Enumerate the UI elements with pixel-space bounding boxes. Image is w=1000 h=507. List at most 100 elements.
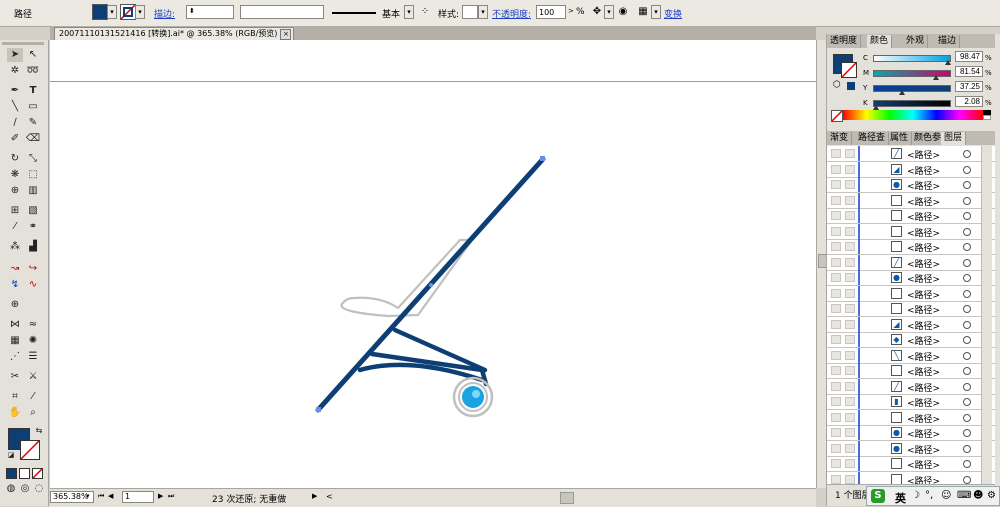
target-icon[interactable] bbox=[963, 196, 971, 205]
visibility-eye-icon[interactable] bbox=[831, 412, 841, 422]
layer-row[interactable]: ╲ <路径> bbox=[827, 347, 995, 364]
tab-layers[interactable]: 图层 bbox=[941, 132, 967, 145]
lock-toggle[interactable] bbox=[845, 428, 855, 437]
pencil-tool-icon[interactable]: ✎ bbox=[25, 116, 41, 130]
hand-tool-icon[interactable]: ✋ bbox=[7, 406, 23, 420]
target-icon[interactable] bbox=[963, 382, 971, 391]
visibility-eye-icon[interactable] bbox=[831, 428, 841, 437]
visibility-eye-icon[interactable] bbox=[831, 211, 841, 220]
tab-color-guide[interactable]: 颜色参 bbox=[911, 132, 946, 145]
tools-icon[interactable]: ⚙ bbox=[987, 490, 996, 501]
visibility-eye-icon[interactable] bbox=[831, 273, 841, 282]
knife-tool-icon[interactable]: ✂ bbox=[7, 370, 23, 384]
align-icon[interactable]: ▦ bbox=[636, 5, 650, 19]
lock-toggle[interactable] bbox=[845, 273, 855, 282]
tab-attributes[interactable]: 属性 bbox=[887, 132, 913, 145]
stroke-label[interactable]: 描边: bbox=[154, 7, 175, 20]
target-icon[interactable] bbox=[963, 398, 971, 406]
lock-toggle[interactable] bbox=[845, 319, 855, 329]
transform-label[interactable]: 变换 bbox=[664, 7, 682, 20]
close-icon[interactable]: × bbox=[280, 29, 292, 40]
layer-row[interactable]: <路径> bbox=[827, 192, 995, 209]
visibility-eye-icon[interactable] bbox=[831, 459, 841, 468]
lock-toggle[interactable] bbox=[845, 381, 855, 391]
layer-name[interactable]: <路径> bbox=[907, 427, 940, 440]
lock-toggle[interactable] bbox=[845, 335, 855, 344]
tab-gradient[interactable]: 渐变 bbox=[827, 132, 853, 145]
direct-selection-tool-icon[interactable]: ↖ bbox=[25, 48, 41, 62]
layer-row[interactable]: <路径> bbox=[827, 223, 995, 240]
scale-tool-icon[interactable]: ⤡ bbox=[25, 152, 41, 166]
channel-c-input[interactable] bbox=[955, 51, 983, 62]
rectangle-tool-icon[interactable]: ▭ bbox=[25, 100, 41, 114]
punctuation-icon[interactable]: °, bbox=[925, 490, 933, 501]
gamut-swatch[interactable] bbox=[847, 82, 855, 90]
color-spectrum[interactable] bbox=[843, 110, 983, 120]
target-icon[interactable] bbox=[963, 367, 971, 375]
layer-row[interactable]: <路径> bbox=[827, 363, 995, 379]
lock-toggle[interactable] bbox=[845, 211, 855, 220]
target-icon[interactable] bbox=[963, 212, 971, 220]
layer-row[interactable]: ▮ <路径> bbox=[827, 394, 995, 410]
lock-toggle[interactable] bbox=[845, 164, 855, 174]
rotate-tool-icon[interactable]: ↻ bbox=[7, 152, 23, 166]
color-stroke-box[interactable] bbox=[841, 62, 857, 78]
eraser-tool-icon[interactable]: ⌫ bbox=[25, 132, 41, 146]
recolor-dropdown[interactable]: ▾ bbox=[604, 5, 614, 19]
zoom-dropdown-icon[interactable]: ▾ bbox=[86, 492, 90, 500]
layer-name[interactable]: <路径> bbox=[907, 381, 940, 394]
layer-name[interactable]: <路径> bbox=[907, 319, 940, 332]
target-icon[interactable] bbox=[963, 351, 971, 360]
layer-row[interactable]: ╱ <路径> bbox=[827, 146, 995, 162]
align-dropdown[interactable]: ▾ bbox=[651, 5, 661, 19]
stroke-color-box[interactable] bbox=[20, 440, 40, 460]
magic-wand-tool-icon[interactable]: ✲ bbox=[7, 64, 23, 78]
scissors-tool-icon[interactable]: ⚔ bbox=[25, 370, 41, 384]
layer-name[interactable]: <路径> bbox=[907, 164, 940, 177]
target-icon[interactable] bbox=[963, 181, 971, 189]
visibility-eye-icon[interactable] bbox=[831, 195, 841, 205]
layer-row[interactable]: <路径> bbox=[827, 239, 995, 255]
layer-name[interactable]: <路径> bbox=[907, 334, 940, 347]
scroll-left-icon[interactable]: < bbox=[326, 492, 333, 501]
target-icon[interactable] bbox=[963, 444, 971, 453]
visibility-eye-icon[interactable] bbox=[831, 443, 841, 453]
line-tool-icon[interactable]: ╲ bbox=[7, 100, 23, 114]
toolbox-grip[interactable] bbox=[2, 42, 44, 45]
slider-thumb-icon[interactable] bbox=[945, 60, 951, 65]
visibility-eye-icon[interactable] bbox=[831, 242, 841, 251]
lasso-tool-icon[interactable]: ➿ bbox=[25, 64, 41, 78]
lock-toggle[interactable] bbox=[845, 412, 855, 422]
visibility-eye-icon[interactable] bbox=[831, 381, 841, 391]
layer-name[interactable]: <路径> bbox=[907, 412, 940, 425]
visibility-eye-icon[interactable] bbox=[831, 288, 841, 298]
opacity-input[interactable] bbox=[536, 5, 566, 19]
target-icon[interactable] bbox=[963, 227, 971, 236]
none-swatch[interactable] bbox=[831, 110, 843, 122]
selection-tool-icon[interactable]: ➤ bbox=[7, 48, 23, 62]
visibility-eye-icon[interactable] bbox=[831, 257, 841, 267]
channel-k-input[interactable] bbox=[955, 96, 983, 107]
layer-name[interactable]: <路径> bbox=[907, 443, 940, 456]
target-icon[interactable] bbox=[963, 320, 971, 329]
stroke-swatch[interactable] bbox=[120, 4, 136, 20]
channel-y-input[interactable] bbox=[955, 81, 983, 92]
slider-thumb-icon[interactable] bbox=[899, 90, 905, 95]
lock-toggle[interactable] bbox=[845, 288, 855, 298]
layer-row[interactable]: <路径> bbox=[827, 456, 995, 472]
column-graph-tool-icon[interactable]: ▟ bbox=[25, 240, 41, 254]
shape-builder-tool-icon[interactable]: ⊕ bbox=[7, 184, 23, 198]
visibility-eye-icon[interactable] bbox=[831, 397, 841, 406]
layer-name[interactable]: <路径> bbox=[907, 241, 940, 254]
layer-row[interactable]: <路径> bbox=[827, 471, 995, 484]
out-of-gamut-icon[interactable]: ⬡ bbox=[833, 80, 841, 90]
lock-toggle[interactable] bbox=[845, 226, 855, 236]
slider-thumb-icon[interactable] bbox=[933, 75, 939, 80]
target-icon[interactable] bbox=[963, 150, 971, 158]
lock-toggle[interactable] bbox=[845, 474, 855, 484]
perspective-grid-tool-icon[interactable]: ▥ bbox=[25, 184, 41, 198]
document-tab[interactable]: 20071110131521416 [转换].ai* @ 365.38% (RG… bbox=[54, 27, 295, 41]
keyboard-icon[interactable]: ⌨ bbox=[957, 490, 971, 501]
warp-tool-icon[interactable]: ❋ bbox=[7, 168, 23, 182]
canvas-area[interactable] bbox=[50, 40, 816, 488]
